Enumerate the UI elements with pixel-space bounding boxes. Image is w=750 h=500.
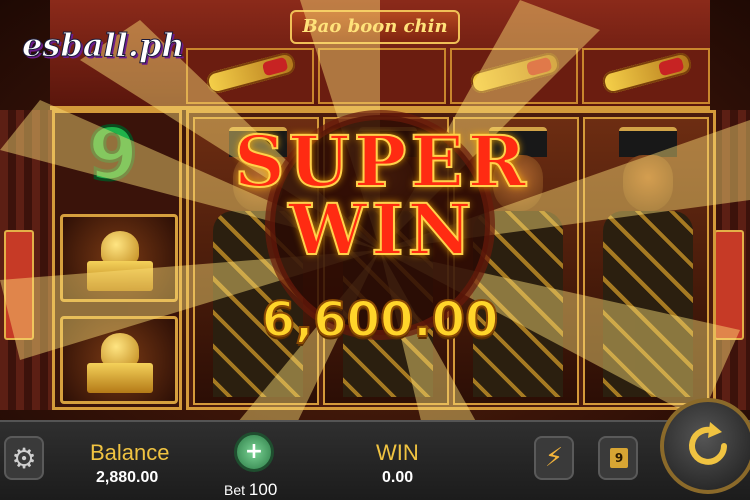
win-amount: 6,600.00 xyxy=(261,291,500,349)
top-reel-cell xyxy=(318,48,446,104)
seal-symbol-tile xyxy=(60,316,178,404)
jade-seal-icon xyxy=(87,231,153,291)
jade-seal-icon xyxy=(87,333,153,393)
gear-icon: ⚙ xyxy=(11,441,37,475)
bet-value: 100 xyxy=(248,480,278,499)
spin-button[interactable] xyxy=(660,398,750,494)
hanging-banner-right xyxy=(714,230,744,340)
game-stage: Bao boon chin 9 SUPER WIN 6,600.00 esbal… xyxy=(0,0,750,500)
refresh-arrow-icon xyxy=(689,422,727,465)
bet-label: Bet xyxy=(224,482,246,498)
hanging-banner-left xyxy=(4,230,34,340)
brand-logo: esball.ph xyxy=(22,26,186,65)
auto-spin-button[interactable]: 9 xyxy=(598,436,638,480)
plus-chip-icon: + xyxy=(244,439,264,464)
seal-symbol-tile xyxy=(60,214,178,302)
reel xyxy=(583,117,709,405)
multiplier-value: 9 xyxy=(86,112,139,196)
balance-value: 2,880.00 xyxy=(96,469,159,486)
win-label: WIN xyxy=(376,440,419,465)
bet-button[interactable]: + xyxy=(234,432,274,472)
judge-symbol-icon xyxy=(603,127,693,397)
headline-line-2: WIN xyxy=(287,188,476,271)
headline-line-1: SUPER xyxy=(233,120,530,203)
balance-label: Balance xyxy=(90,440,170,465)
settings-button[interactable]: ⚙ xyxy=(4,436,44,480)
bet-display: Bet 100 xyxy=(224,480,277,500)
lightning-icon: ⚡ xyxy=(544,443,564,473)
game-title: Bao boon chin xyxy=(290,10,460,44)
turbo-button[interactable]: ⚡ xyxy=(534,436,574,480)
super-win-headline: SUPER WIN xyxy=(232,120,532,271)
auto-count: 9 xyxy=(610,448,628,468)
win-value: 0.00 xyxy=(382,469,414,486)
